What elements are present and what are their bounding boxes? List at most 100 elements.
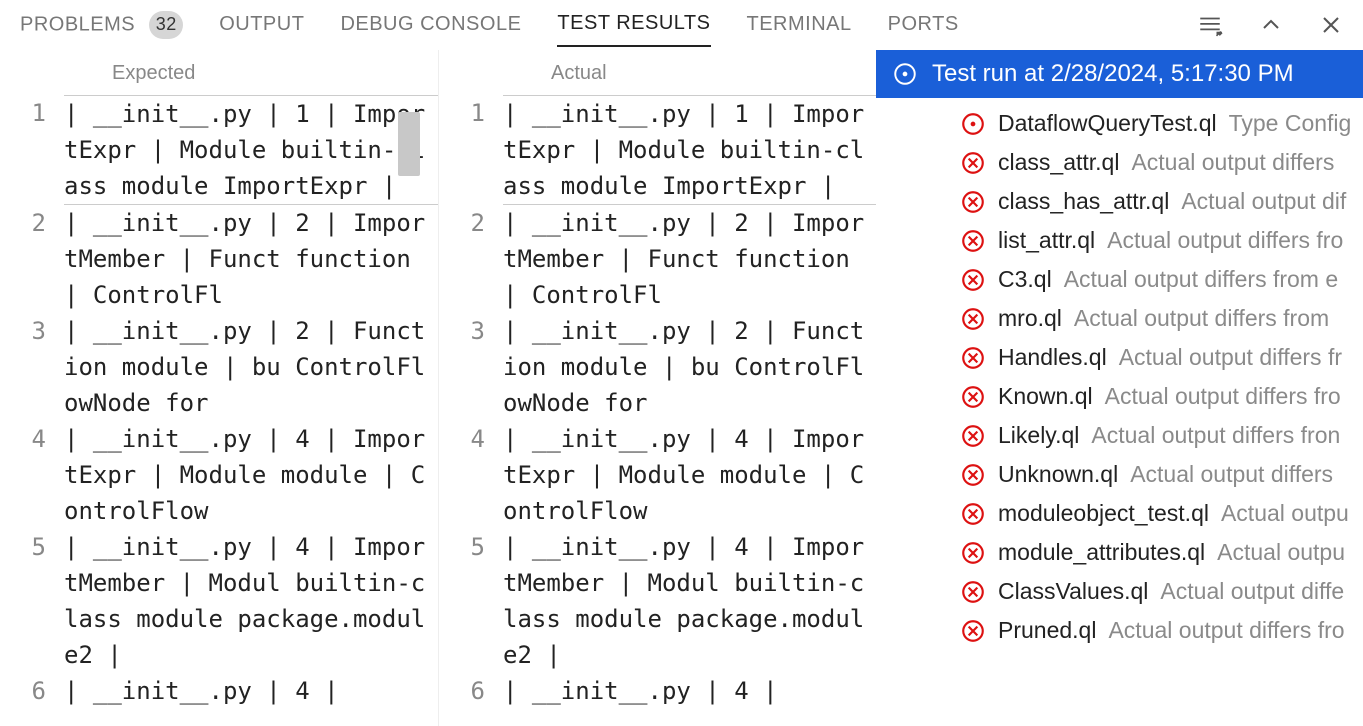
test-message: Actual output differs from e	[1064, 266, 1338, 293]
filter-icon[interactable]	[1197, 12, 1223, 38]
close-icon[interactable]	[1319, 13, 1343, 37]
test-name: Unknown.ql	[998, 461, 1118, 488]
tab-problems[interactable]: PROBLEMS 32	[20, 1, 183, 49]
test-message: Actual output diffe	[1160, 578, 1344, 605]
test-item[interactable]: Likely.qlActual output differs fron	[876, 416, 1363, 455]
test-message: Actual output differs	[1131, 149, 1334, 176]
code-row: 5| __init__.py | 4 | ImportMember | Modu…	[439, 529, 876, 673]
fail-icon	[960, 384, 986, 410]
fail-icon	[960, 228, 986, 254]
test-item[interactable]: Unknown.ql Actual output differs	[876, 455, 1363, 494]
line-number: 6	[0, 673, 64, 709]
line-number: 3	[439, 313, 503, 421]
test-name: Pruned.ql	[998, 617, 1096, 644]
code-line[interactable]: | __init__.py | 4 |	[64, 673, 438, 709]
test-item[interactable]: mro.ql Actual output differs from	[876, 299, 1363, 338]
problems-count-badge: 32	[149, 11, 183, 39]
test-name: class_has_attr.ql	[998, 188, 1169, 215]
tab-problems-label: PROBLEMS	[20, 13, 135, 35]
fail-icon	[960, 423, 986, 449]
line-number: 4	[439, 421, 503, 529]
panel-content: Expected 1| __init__.py | 1 | ImportExpr…	[0, 50, 1363, 726]
fail-icon	[960, 462, 986, 488]
code-row: 2| __init__.py | 2 | ImportMember | Func…	[439, 205, 876, 313]
expected-body[interactable]: 1| __init__.py | 1 | ImportExpr | Module…	[0, 95, 438, 726]
test-item[interactable]: DataflowQueryTest.qlType Config	[876, 104, 1363, 143]
test-name: Handles.ql	[998, 344, 1107, 371]
test-item[interactable]: class_attr.ql Actual output differs	[876, 143, 1363, 182]
fail-icon	[960, 189, 986, 215]
test-item[interactable]: C3.qlActual output differs from e	[876, 260, 1363, 299]
error-dot-icon	[892, 61, 918, 87]
fail-icon	[960, 306, 986, 332]
tab-debug-console[interactable]: DEBUG CONSOLE	[340, 3, 521, 46]
line-number: 5	[0, 529, 64, 673]
test-run-header-label: Test run at 2/28/2024, 5:17:30 PM	[932, 60, 1294, 88]
code-line[interactable]: | __init__.py | 2 | Function module | bu…	[503, 313, 876, 421]
code-row: 1| __init__.py | 1 | ImportExpr | Module…	[439, 95, 876, 205]
tab-output[interactable]: OUTPUT	[219, 3, 304, 46]
test-message: Actual output dif	[1181, 188, 1346, 215]
test-item[interactable]: Known.ql Actual output differs fro	[876, 377, 1363, 416]
test-name: Known.ql	[998, 383, 1093, 410]
test-message: Actual output differs fr	[1119, 344, 1342, 371]
code-row: 3| __init__.py | 2 | Function module | b…	[0, 313, 438, 421]
test-results-panel: Test run at 2/28/2024, 5:17:30 PM Datafl…	[876, 50, 1363, 726]
code-line[interactable]: | __init__.py | 1 | ImportExpr | Module …	[503, 95, 876, 205]
test-name: module_attributes.ql	[998, 539, 1205, 566]
test-item[interactable]: class_has_attr.ql Actual output dif	[876, 182, 1363, 221]
code-line[interactable]: | __init__.py | 1 | ImportExpr | Module …	[64, 95, 438, 205]
code-line[interactable]: | __init__.py | 4 | ImportExpr | Module …	[64, 421, 438, 529]
fail-icon	[960, 345, 986, 371]
code-line[interactable]: | __init__.py | 4 | ImportMember | Modul…	[64, 529, 438, 673]
code-line[interactable]: | __init__.py | 2 | ImportMember | Funct…	[503, 205, 876, 313]
code-line[interactable]: | __init__.py | 2 | Function module | bu…	[64, 313, 438, 421]
expected-header: Expected	[0, 50, 438, 95]
test-name: mro.ql	[998, 305, 1062, 332]
test-name: ClassValues.ql	[998, 578, 1148, 605]
code-line[interactable]: | __init__.py | 2 | ImportMember | Funct…	[64, 205, 438, 313]
code-row: 6| __init__.py | 4 |	[439, 673, 876, 709]
test-item[interactable]: module_attributes.ql Actual outpu	[876, 533, 1363, 572]
test-name: DataflowQueryTest.ql	[998, 110, 1217, 137]
diff-panel: Expected 1| __init__.py | 1 | ImportExpr…	[0, 50, 876, 726]
test-run-header[interactable]: Test run at 2/28/2024, 5:17:30 PM	[876, 50, 1363, 98]
collapse-icon[interactable]	[1259, 13, 1283, 37]
test-message: Actual outpu	[1217, 539, 1345, 566]
test-item[interactable]: Pruned.ql Actual output differs fro	[876, 611, 1363, 650]
fail-icon	[960, 618, 986, 644]
tab-test-results[interactable]: TEST RESULTS	[557, 2, 710, 47]
test-item[interactable]: list_attr.qlActual output differs fro	[876, 221, 1363, 260]
expected-column: Expected 1| __init__.py | 1 | ImportExpr…	[0, 50, 438, 726]
line-number: 4	[0, 421, 64, 529]
panel-tab-bar: PROBLEMS 32 OUTPUT DEBUG CONSOLE TEST RE…	[0, 0, 1363, 50]
test-item[interactable]: ClassValues.ql Actual output diffe	[876, 572, 1363, 611]
code-line[interactable]: | __init__.py | 4 | ImportExpr | Module …	[503, 421, 876, 529]
test-message: Actual output differs fro	[1105, 383, 1341, 410]
test-item[interactable]: Handles.ql Actual output differs fr	[876, 338, 1363, 377]
test-name: Likely.ql	[998, 422, 1079, 449]
code-line[interactable]: | __init__.py | 4 |	[503, 673, 876, 709]
scrollbar-thumb[interactable]	[398, 112, 420, 176]
test-message: Actual output differs fro	[1107, 227, 1343, 254]
code-line[interactable]: | __init__.py | 4 | ImportMember | Modul…	[503, 529, 876, 673]
actual-body[interactable]: 1| __init__.py | 1 | ImportExpr | Module…	[439, 95, 876, 726]
code-row: 5| __init__.py | 4 | ImportMember | Modu…	[0, 529, 438, 673]
tab-terminal[interactable]: TERMINAL	[747, 3, 852, 46]
error-dot-icon	[960, 111, 986, 137]
test-message: Actual output differs from	[1074, 305, 1329, 332]
line-number: 6	[439, 673, 503, 709]
test-message: Actual outpu	[1221, 500, 1349, 527]
code-row: 2| __init__.py | 2 | ImportMember | Func…	[0, 205, 438, 313]
line-number: 3	[0, 313, 64, 421]
code-row: 6| __init__.py | 4 |	[0, 673, 438, 709]
test-item[interactable]: moduleobject_test.qlActual outpu	[876, 494, 1363, 533]
code-row: 1| __init__.py | 1 | ImportExpr | Module…	[0, 95, 438, 205]
test-name: class_attr.ql	[998, 149, 1119, 176]
line-number: 2	[439, 205, 503, 313]
tab-ports[interactable]: PORTS	[888, 3, 959, 46]
test-message: Actual output differs	[1130, 461, 1333, 488]
fail-icon	[960, 267, 986, 293]
fail-icon	[960, 150, 986, 176]
test-message: Actual output differs fro	[1108, 617, 1344, 644]
